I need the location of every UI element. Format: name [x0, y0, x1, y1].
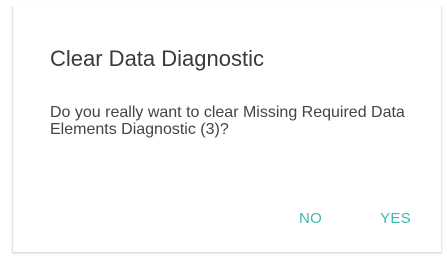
dialog-title: Clear Data Diagnostic	[50, 46, 264, 71]
screen: Clear Data Diagnostic Do you really want…	[0, 0, 447, 257]
dialog-actions: NO YES	[299, 210, 411, 228]
no-button[interactable]: NO	[299, 210, 322, 228]
clear-data-dialog: Clear Data Diagnostic Do you really want…	[12, 6, 442, 253]
dialog-message: Do you really want to clear Missing Requ…	[50, 104, 405, 138]
yes-button[interactable]: YES	[380, 210, 411, 228]
